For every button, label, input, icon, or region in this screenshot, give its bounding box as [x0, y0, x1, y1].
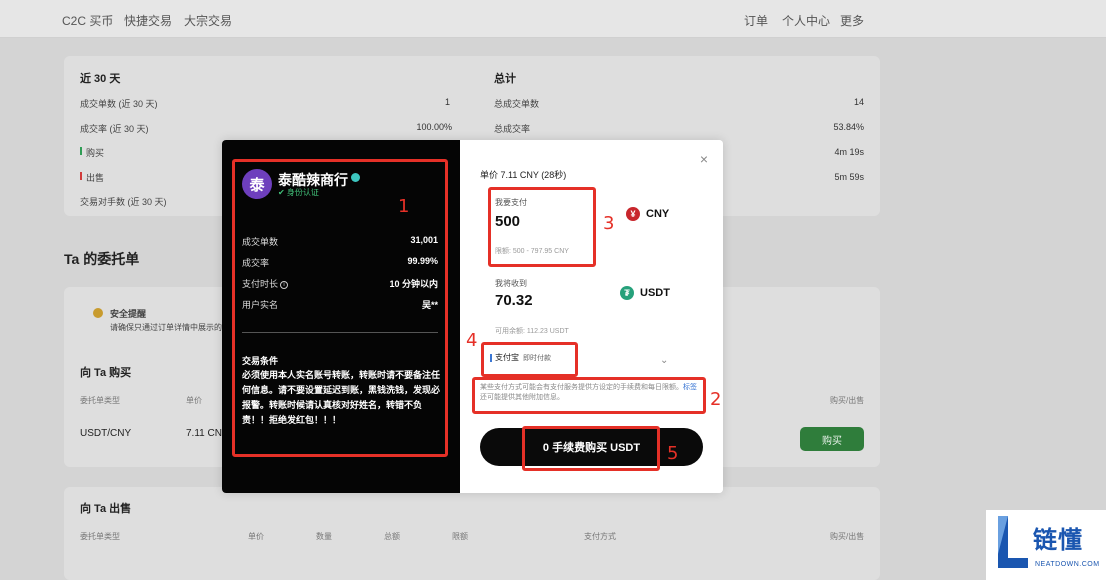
col-header: 支付方式 [584, 532, 616, 541]
annotation-number-2: 2 [710, 389, 722, 410]
annotation-box-1 [232, 159, 448, 457]
chevron-down-icon[interactable]: ⌄ [660, 355, 668, 366]
annotation-number-4: 4 [466, 330, 478, 351]
col-header: 购买/出售 [830, 396, 865, 405]
col-header: 委托单类型 [80, 532, 120, 541]
stat-value: 5m 59s [834, 172, 864, 182]
buy-indicator [80, 147, 82, 155]
orders-title: Ta 的委托单 [64, 251, 140, 267]
stat-label: 总成交率 [494, 124, 531, 134]
stat-label: 购买 [86, 148, 105, 158]
stat-label: 成交率 (近 30 天) [80, 124, 149, 134]
order-pair: USDT/CNY [80, 428, 132, 439]
stat-value: 100.00% [416, 122, 452, 132]
usdt-icon: ₮ [620, 286, 634, 300]
unit-price: 单价 7.11 CNY (28秒) [480, 170, 567, 180]
col-header: 委托单类型 [80, 396, 120, 405]
col-header: 购买/出售 [830, 532, 865, 541]
close-icon[interactable]: × [697, 152, 711, 166]
stat-value: 14 [853, 97, 864, 107]
col-header: 总额 [384, 532, 400, 541]
buy-section-title: 向 Ta 购买 [80, 367, 132, 379]
total-title: 总计 [494, 73, 516, 85]
receive-amount[interactable]: 70.32 [495, 292, 533, 309]
top-navigation: C2C 买币 快捷交易 大宗交易 订单 个人中心 更多 [0, 0, 1106, 38]
sell-indicator [80, 172, 82, 180]
safety-title: 安全提醒 [110, 309, 147, 319]
stat-label: 交易对手数 (近 30 天) [80, 197, 167, 207]
nav-quick-trade[interactable]: 快捷交易 [124, 12, 172, 29]
annotation-box-2 [472, 377, 706, 414]
nav-orders[interactable]: 订单 [744, 12, 768, 29]
sell-card [64, 487, 880, 580]
sell-section-title: 向 Ta 出售 [80, 503, 132, 515]
col-header: 数量 [316, 532, 332, 541]
buy-button[interactable]: 购买 [800, 427, 864, 451]
annotation-box-3 [488, 187, 596, 267]
col-header: 单价 [248, 532, 264, 541]
cny-icon: ¥ [626, 207, 640, 221]
watermark-subtext: NEATDOWN.COM [1035, 561, 1100, 568]
warning-icon [93, 308, 103, 318]
stat-label: 总成交单数 [494, 99, 540, 109]
nav-profile[interactable]: 个人中心 [782, 12, 830, 29]
col-header: 单价 [186, 396, 202, 405]
stat-label: 成交单数 (近 30 天) [80, 99, 158, 109]
nav-more[interactable]: 更多 [840, 12, 864, 29]
neatdown-logo-icon [998, 516, 1028, 568]
receive-currency: USDT [640, 287, 670, 299]
watermark: 链懂 NEATDOWN.COM [986, 510, 1106, 580]
pay-currency: CNY [646, 208, 670, 220]
col-header: 限额 [452, 532, 468, 541]
annotation-number-1: 1 [398, 196, 410, 217]
annotation-box-4 [481, 342, 578, 377]
stat-value: 53.84% [833, 122, 864, 132]
stat-label: 出售 [86, 173, 105, 183]
available-balance: 可用余额: 112.23 USDT [495, 328, 569, 335]
annotation-number-5: 5 [667, 443, 679, 464]
annotation-number-3: 3 [603, 213, 615, 234]
stats30-title: 近 30 天 [80, 73, 121, 85]
stat-value: 1 [444, 97, 450, 107]
nav-block-trade[interactable]: 大宗交易 [184, 12, 232, 29]
watermark-text: 链懂 [1033, 527, 1083, 554]
nav-c2c[interactable]: C2C 买币 [62, 12, 113, 29]
annotation-box-5 [522, 426, 660, 471]
stat-value: 4m 19s [834, 147, 864, 157]
safety-text: 请确保只通过订单详情中展示的 [110, 323, 222, 332]
receive-label: 我将收到 [495, 279, 527, 288]
